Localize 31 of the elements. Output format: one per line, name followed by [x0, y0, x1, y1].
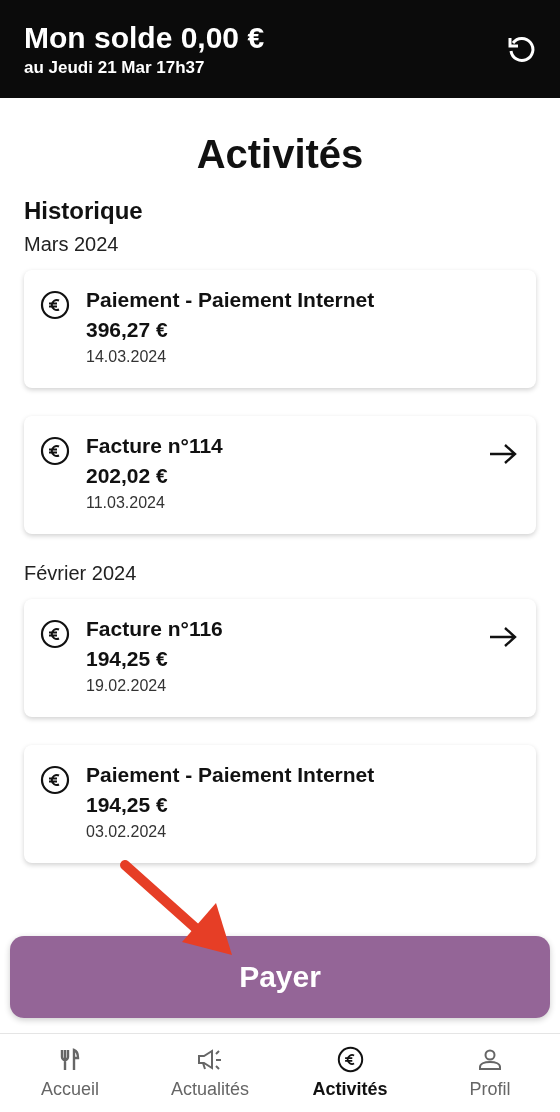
activity-card[interactable]: Facture n°116 194,25 € 19.02.2024 — [24, 599, 536, 717]
activity-title: Paiement - Paiement Internet — [86, 763, 376, 787]
activity-amount: 202,02 € — [86, 464, 169, 488]
pay-button[interactable]: Payer — [10, 936, 550, 1018]
month-heading: Mars 2024 — [24, 233, 120, 256]
euro-icon — [40, 436, 70, 466]
balance-text: Mon solde 0,00 € — [24, 20, 265, 54]
activity-date: 11.03.2024 — [86, 494, 166, 512]
euro-icon — [40, 619, 70, 649]
activity-amount: 396,27 € — [86, 318, 169, 342]
refresh-icon[interactable] — [506, 34, 536, 64]
balance-date: au Jeudi 21 Mar 17h37 — [24, 57, 206, 78]
activity-title: Facture n°116 — [86, 617, 224, 641]
nav-tab[interactable]: Profil — [420, 1034, 560, 1112]
euro-icon — [40, 290, 70, 320]
euro-icon — [40, 765, 70, 795]
activity-date: 19.02.2024 — [86, 677, 168, 695]
activity-date: 14.03.2024 — [86, 348, 168, 366]
nav-tab[interactable]: Actualités — [140, 1034, 280, 1112]
activity-title: Paiement - Paiement Internet — [86, 288, 376, 312]
month-heading: Février 2024 — [24, 562, 138, 585]
euro-icon — [336, 1046, 364, 1073]
activity-amount: 194,25 € — [86, 647, 169, 671]
section-title: Historique — [24, 197, 144, 225]
nav-tab[interactable]: Activités — [280, 1034, 420, 1112]
activity-amount: 194,25 € — [86, 793, 169, 817]
activity-card[interactable]: Facture n°114 202,02 € 11.03.2024 — [24, 416, 536, 534]
nav-tab[interactable]: Accueil — [0, 1034, 140, 1112]
page-title: Activités — [195, 132, 365, 177]
activity-date: 03.02.2024 — [86, 823, 168, 841]
activity-title: Facture n°114 — [86, 434, 224, 458]
